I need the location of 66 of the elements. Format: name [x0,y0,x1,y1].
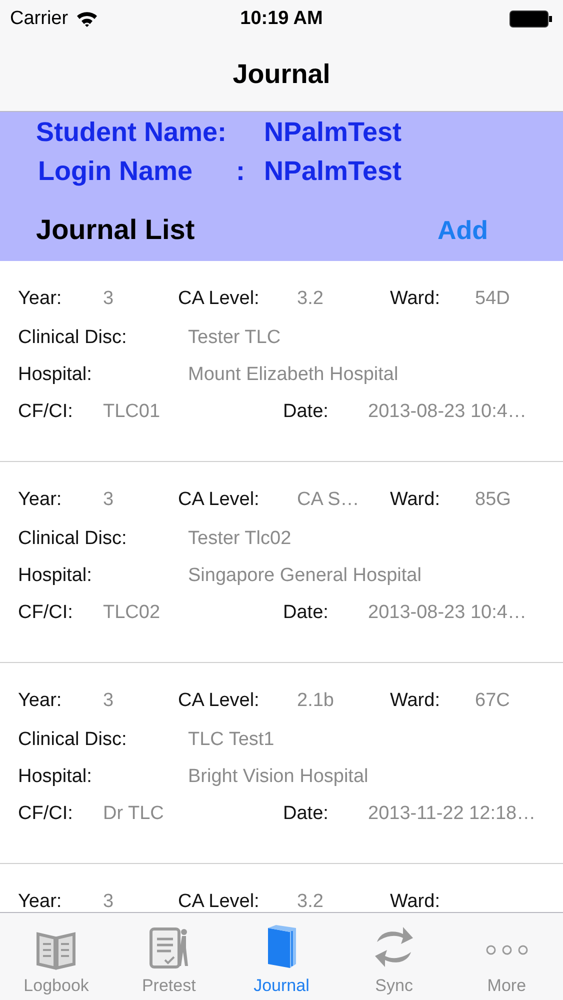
journal-list-title: Journal List [36,214,196,246]
login-name-label: Login Name [37,156,194,187]
date-label: Date: [283,602,330,624]
year-label: Year: [18,891,63,912]
clinical-disc-label: Clinical Disc: [18,728,128,750]
clinical-disc-label: Clinical Disc: [18,326,128,348]
cf-ci-label: CF/CI: [18,602,74,624]
year-label: Year: [18,489,63,511]
ward-value: 54D [475,288,510,310]
ward-label: Ward: [390,690,441,712]
hospital-label: Hospital: [18,766,93,788]
ca-level-label: CA Level: [178,489,260,511]
ca-level-label: CA Level: [178,288,260,310]
tab-bar-item[interactable]: More [450,913,563,1000]
year-value: 3 [103,489,115,511]
ca-level-value: 3.2 [297,891,324,912]
tab-bar-item[interactable]: Logbook [0,913,113,1000]
clinical-disc-value: Tester TLC [188,326,281,348]
date-value: 2013-08-23 10:4… [368,400,526,422]
date-value: 2013-08-23 10:4… [368,602,526,624]
student-name-label: Student Name: [36,116,228,148]
year-value: 3 [103,288,115,310]
date-label: Date: [283,400,330,422]
more-icon [484,944,529,956]
clinical-disc-label: Clinical Disc: [18,528,128,550]
ca-level-value: CA S… [297,489,360,511]
year-value: 3 [103,690,115,712]
year-label: Year: [18,288,63,310]
ca-level-value: 2.1b [297,690,335,712]
cf-ci-label: CF/CI: [18,802,74,824]
year-value: 3 [103,891,115,912]
hospital-value: Singapore General Hospital [188,564,422,586]
clinical-disc-value: TLC Test1 [188,728,274,750]
ca-level-label: CA Level: [178,891,260,912]
login-name-value: NPalmTest [264,156,402,187]
cf-ci-value: TLC01 [103,400,162,422]
clock-time: 10:19 AM [240,8,323,30]
clipboard-icon [148,926,190,970]
login-name-colon: : [236,156,246,187]
battery-icon [509,10,553,28]
tab-bar-item[interactable]: Journal [225,913,338,1000]
ward-label: Ward: [390,288,441,310]
hospital-value: Bright Vision Hospital [188,766,368,788]
tab-bar-item[interactable]: Sync [338,913,450,1000]
ward-label: Ward: [390,489,441,511]
screen-title: Journal [232,59,330,90]
ca-level-value: 3.2 [297,288,324,310]
cf-ci-value: Dr TLC [103,802,165,824]
student-name-value: NPalmTest [264,116,402,148]
cf-ci-label: CF/CI: [18,400,74,422]
date-label: Date: [283,802,330,824]
ward-label: Ward: [390,891,441,912]
ward-value: 67C [475,690,510,712]
wifi-icon [76,11,98,27]
tab-bar-item[interactable]: Pretest [112,913,226,1000]
add-button[interactable]: Add [437,214,488,246]
ward-value: 85G [475,489,511,511]
date-value: 2013-11-22 12:18… [368,802,536,824]
hospital-value: Mount Elizabeth Hospital [188,364,398,386]
ca-level-label: CA Level: [178,690,260,712]
year-label: Year: [18,690,63,712]
cf-ci-value: TLC02 [103,602,162,624]
hospital-label: Hospital: [18,564,93,586]
hospital-label: Hospital: [18,364,93,386]
carrier-name: Carrier [10,8,68,30]
clinical-disc-value: Tester Tlc02 [188,528,292,550]
